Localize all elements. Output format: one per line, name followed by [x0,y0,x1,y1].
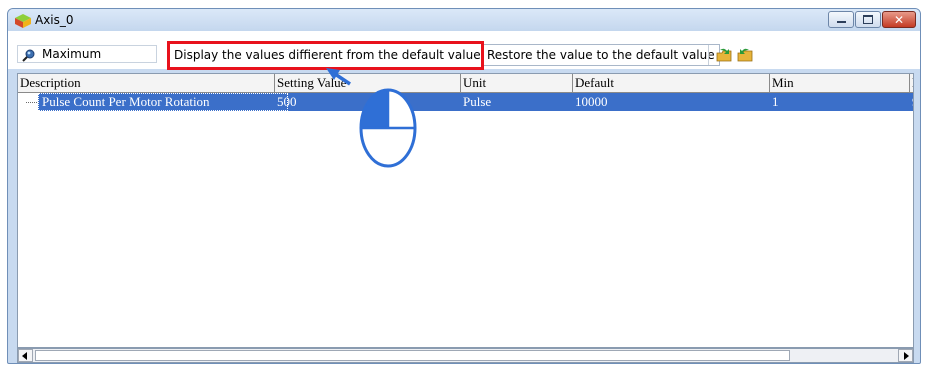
close-icon: ✕ [893,12,905,27]
show-diff-button[interactable]: Display the values diffierent from the d… [174,44,487,66]
grid-header: Description Setting Value Unit Default M… [18,74,913,93]
scroll-thumb[interactable] [35,350,790,361]
magnifier-icon [22,49,35,62]
tree-connector [26,102,37,103]
toolbar-separator [708,45,709,65]
column-header-unit[interactable]: Unit [461,74,573,92]
minimize-button[interactable] [828,11,854,28]
window-title: Axis_0 [35,13,74,27]
minimize-icon [836,21,846,23]
scroll-right-button[interactable] [898,349,913,362]
restore-default-button[interactable]: Restore the value to the default value [482,44,720,66]
table-row[interactable]: Pulse Count Per Motor Rotation 500 Pulse… [18,93,913,111]
restore-default-label: Restore the value to the default value [487,48,715,62]
scroll-left-icon [22,352,27,360]
column-header-default[interactable]: Default [573,74,770,92]
maximize-button[interactable] [855,11,881,28]
column-header-description[interactable]: Description [18,74,275,92]
view-mode-combo[interactable]: Maximum [17,45,157,63]
scroll-right-icon [904,352,909,360]
click-indicator-icon [326,68,417,168]
cell-max: 99 [910,93,913,111]
show-diff-label: Display the values diffierent from the d… [174,48,487,62]
axis-cube-icon [15,14,31,28]
editor-window: Axis_0 ✕ Maximum Display the values diff… [7,8,921,364]
parameter-grid: Description Setting Value Unit Default M… [17,73,914,348]
cell-description: Pulse Count Per Motor Rotation [42,94,210,109]
cell-unit: Pulse [463,94,492,109]
title-bar: Axis_0 ✕ [8,9,920,31]
cell-min: 1 [772,94,779,109]
cell-default: 10000 [575,94,608,109]
import-icon[interactable] [716,47,732,63]
close-button[interactable]: ✕ [882,11,916,28]
column-header-min[interactable]: Min [770,74,910,92]
horizontal-scrollbar[interactable] [17,348,914,363]
maximize-icon [863,15,873,24]
view-mode-value: Maximum [42,47,102,61]
export-icon[interactable] [737,47,753,63]
toolbar: Maximum Display the values diffierent fr… [8,31,920,70]
column-header-max[interactable]: M [910,74,913,92]
scroll-left-button[interactable] [18,349,33,362]
